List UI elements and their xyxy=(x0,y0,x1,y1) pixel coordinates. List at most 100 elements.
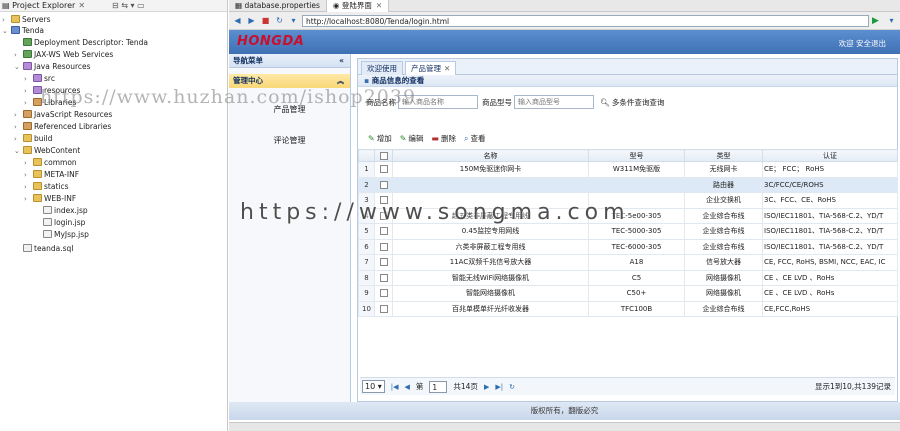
link-editor-icon[interactable]: ⇆ xyxy=(121,1,128,10)
row-checkbox[interactable] xyxy=(379,227,388,236)
page-size-select[interactable]: 10 ▾ xyxy=(362,380,385,393)
view-button[interactable]: ⌕ 查看 xyxy=(464,133,485,144)
add-button[interactable]: ✎ 增加 xyxy=(368,133,392,144)
url-field[interactable]: http://localhost:8080/Tenda/login.html xyxy=(302,14,869,27)
column-header-select[interactable] xyxy=(374,149,393,162)
tree-item[interactable]: › WEB-INF xyxy=(24,193,76,204)
page-number-input[interactable]: 1 xyxy=(429,380,448,393)
product-name-input[interactable] xyxy=(398,95,478,109)
refresh-icon[interactable]: ↻ xyxy=(274,15,285,26)
chevron-right-icon[interactable]: › xyxy=(14,134,23,145)
row-checkbox[interactable] xyxy=(379,242,388,251)
row-checkbox[interactable] xyxy=(379,180,388,189)
tree-item[interactable]: Deployment Descriptor: Tenda xyxy=(14,37,148,48)
chevron-down-icon[interactable]: ⌄ xyxy=(2,26,11,37)
column-header-type[interactable]: 类型 xyxy=(684,149,763,162)
tab-product-management[interactable]: 产品管理 ✕ xyxy=(405,61,457,75)
column-header-name[interactable]: 名称 xyxy=(392,149,589,162)
close-icon[interactable]: ✕ xyxy=(444,64,450,73)
nav-item-comment-management[interactable]: 评论管理 xyxy=(229,135,350,146)
tree-item[interactable]: › Referenced Libraries xyxy=(14,121,111,132)
view-menu-icon[interactable]: ▾ xyxy=(131,1,135,10)
close-icon[interactable]: ✕ xyxy=(78,1,85,10)
row-checkbox[interactable] xyxy=(379,304,388,313)
tree-item[interactable]: › JavaScript Resources xyxy=(14,109,112,120)
chevron-right-icon[interactable]: › xyxy=(24,170,33,181)
first-page-icon[interactable]: |◀ xyxy=(391,383,399,391)
tree-item[interactable]: ⌄ WebContent xyxy=(14,145,80,156)
tree-item[interactable]: MyJsp.jsp xyxy=(34,229,89,240)
search-button[interactable]: 🔍︎ 多条件查询查询 xyxy=(600,97,664,108)
row-checkbox[interactable] xyxy=(379,196,388,205)
forward-icon[interactable]: ▶ xyxy=(246,15,257,26)
tree-item[interactable]: › JAX-WS Web Services xyxy=(14,49,113,60)
chevron-right-icon[interactable]: › xyxy=(24,182,33,193)
chevron-right-icon[interactable]: › xyxy=(24,158,33,169)
nav-section-management[interactable]: 管理中心 ︽ xyxy=(229,74,350,88)
refresh-icon[interactable]: ↻ xyxy=(509,383,515,391)
tree-item[interactable]: login.jsp xyxy=(34,217,85,228)
chevron-right-icon[interactable]: › xyxy=(24,74,33,85)
row-checkbox[interactable] xyxy=(379,165,388,174)
chevron-right-icon[interactable]: › xyxy=(14,122,23,133)
table-row[interactable]: 5 0.45监控专用网线 TEC-5000-305 企业综合布线 ISO/IEC1180… xyxy=(358,223,898,240)
product-model-input[interactable] xyxy=(514,95,594,109)
chevron-down-icon[interactable]: ⌄ xyxy=(14,62,23,73)
close-icon[interactable]: ✕ xyxy=(376,1,382,10)
nav-item-product-management[interactable]: 产品管理 xyxy=(229,104,350,115)
chevron-right-icon[interactable]: › xyxy=(14,110,23,121)
table-row[interactable]: 2 路由器 3C/FCC/CE/ROHS xyxy=(358,176,898,193)
tree-item[interactable]: › src xyxy=(24,73,55,84)
tree-item[interactable]: ⌄ Tenda xyxy=(2,25,44,36)
row-checkbox[interactable] xyxy=(379,273,388,282)
table-row[interactable]: 4 超五类非屏蔽工程专用线 TEC-5e00-305 企业综合布线 ISO/IEC118… xyxy=(358,207,898,224)
tree-item[interactable]: teanda.sql xyxy=(14,243,73,254)
table-row[interactable]: 7 11AC双频千兆信号放大器 A18 信号放大器 CE, FCC, RoHS, BSM… xyxy=(358,254,898,271)
tab-login-page[interactable]: ◉ 登陆界面 ✕ xyxy=(326,0,390,12)
name-label: 商品名称 xyxy=(366,97,396,107)
back-icon[interactable]: ◀ xyxy=(232,15,243,26)
collapse-all-icon[interactable]: ⊟ xyxy=(112,1,119,10)
chevron-down-icon[interactable]: ⌄ xyxy=(14,146,23,157)
tab-database-properties[interactable]: ▦ database.properties xyxy=(229,0,327,12)
chevron-right-icon[interactable]: › xyxy=(14,50,23,61)
chevron-right-icon[interactable]: › xyxy=(24,86,33,97)
stop-icon[interactable]: ■ xyxy=(260,15,271,26)
select-all-checkbox[interactable] xyxy=(379,151,388,160)
row-checkbox[interactable] xyxy=(379,289,388,298)
table-row[interactable]: 1 150M免驱迷你网卡 W311M免驱版 无线网卡 CE； FCC； RoHS xyxy=(358,161,898,178)
column-header-cert[interactable]: 认证 xyxy=(762,149,898,162)
table-row[interactable]: 6 六类非屏蔽工程专用线 TEC-6000-305 企业综合布线 ISO/IEC1180… xyxy=(358,238,898,255)
tab-welcome[interactable]: 欢迎使用 xyxy=(361,61,403,75)
dropdown-icon[interactable]: ▾ xyxy=(288,15,299,26)
table-row[interactable]: 8 智能无线WiFi网络摄像机 C5 网络摄像机 CE 、CE LVD 、RoHs xyxy=(358,269,898,286)
tree-item[interactable]: ⌄ Java Resources xyxy=(14,61,91,72)
go-icon[interactable]: ▶ xyxy=(872,16,883,26)
table-row[interactable]: 10 百兆单模单纤光纤收发器 TFC100B 企业综合布线 CE,FCC,RoHS xyxy=(358,300,898,317)
table-row[interactable]: 9 智能网络摄像机 C50+ 网络摄像机 CE 、CE LVD 、RoHs xyxy=(358,285,898,302)
tree-item[interactable]: › META-INF xyxy=(24,169,79,180)
row-checkbox[interactable] xyxy=(379,211,388,220)
chevron-right-icon[interactable]: › xyxy=(24,98,33,109)
tree-item[interactable]: › common xyxy=(24,157,77,168)
delete-button[interactable]: ▬ 删除 xyxy=(431,133,456,144)
minimize-icon[interactable]: ▭ xyxy=(137,1,145,10)
tree-item[interactable]: › resources xyxy=(24,85,80,96)
collapse-icon[interactable]: « xyxy=(339,54,344,68)
welcome-logout-link[interactable]: 欢迎 安全退出 xyxy=(839,38,886,49)
tree-item[interactable]: › statics xyxy=(24,181,69,192)
tree-item[interactable]: index.jsp xyxy=(34,205,88,216)
prev-page-icon[interactable]: ◀ xyxy=(405,383,410,391)
column-header-model[interactable]: 型号 xyxy=(588,149,685,162)
chevron-up-icon[interactable]: ︽ xyxy=(337,74,344,88)
row-checkbox[interactable] xyxy=(379,258,388,267)
tree-item[interactable]: › build xyxy=(14,133,52,144)
menu-icon[interactable]: ▾ xyxy=(886,15,897,26)
next-page-icon[interactable]: ▶ xyxy=(484,383,489,391)
table-row[interactable]: 3 企业交换机 3C、FCC、CE、RoHS xyxy=(358,192,898,209)
tree-item[interactable]: › Libraries xyxy=(24,97,76,108)
edit-button[interactable]: ✎ 编辑 xyxy=(400,133,424,144)
chevron-right-icon[interactable]: › xyxy=(24,194,33,205)
tree-item[interactable]: › Servers xyxy=(2,14,51,25)
last-page-icon[interactable]: ▶| xyxy=(495,383,503,391)
